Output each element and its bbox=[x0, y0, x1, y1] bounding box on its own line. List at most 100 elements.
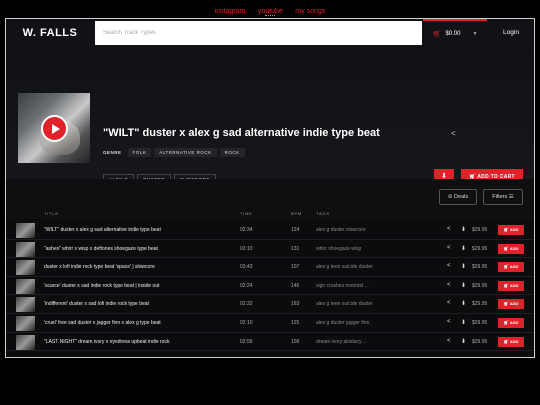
track-thumbnail[interactable] bbox=[16, 334, 35, 350]
add-button[interactable]: 🛒︎ ADD bbox=[498, 225, 524, 235]
track-row-time: 02:32 bbox=[240, 301, 253, 308]
share-icon[interactable]: < bbox=[447, 226, 451, 232]
header: W. FALLS 🛒︎ $0.00 ▼ Login bbox=[6, 19, 534, 47]
track-row-bpm: 109 bbox=[291, 338, 300, 345]
table-row[interactable]: 'scarce' duster x sad indie rock type be… bbox=[6, 277, 534, 296]
track-row-bpm: 163 bbox=[291, 301, 300, 308]
share-icon[interactable]: < bbox=[447, 282, 451, 288]
add-button[interactable]: 🛒︎ ADD bbox=[498, 262, 524, 273]
track-row-price: $29.95 bbox=[472, 301, 488, 308]
share-icon[interactable]: < bbox=[447, 245, 451, 251]
download-icon[interactable]: ⬇ bbox=[461, 319, 466, 326]
login-button[interactable]: Login bbox=[488, 19, 534, 47]
table-row[interactable]: 'cruel' free sad duster x jagger finn x … bbox=[6, 314, 534, 333]
track-row-price: $29.95 bbox=[472, 338, 488, 345]
add-button[interactable]: 🛒︎ ADD bbox=[498, 299, 524, 310]
deals-button[interactable]: ⊘ Deals bbox=[439, 189, 477, 205]
track-row-price: $29.95 bbox=[472, 245, 488, 252]
filters-button[interactable]: Filters ☰ bbox=[483, 189, 523, 205]
genre-label: GENRE bbox=[103, 150, 122, 155]
play-icon bbox=[51, 123, 60, 134]
track-row-bpm: 125 bbox=[291, 319, 300, 326]
track-row-price: $29.95 bbox=[472, 264, 488, 271]
col-tags: TAGS bbox=[316, 211, 330, 216]
search-box[interactable] bbox=[95, 21, 422, 45]
download-icon[interactable]: ⬇ bbox=[461, 300, 466, 307]
track-row-tags: alex g duster slowcore bbox=[316, 227, 366, 233]
table-row[interactable]: duster x lofi indie rock type beat 'spac… bbox=[6, 258, 534, 277]
genre-tag[interactable]: FOLK bbox=[127, 148, 152, 157]
track-row-tags: alex g teen suicide duster bbox=[316, 301, 373, 308]
top-nav: instagram youtube my songs bbox=[0, 0, 540, 18]
download-icon[interactable]: ⬇ bbox=[461, 226, 466, 233]
genre-tag[interactable]: ROCK bbox=[219, 148, 245, 157]
share-icon[interactable]: < bbox=[447, 338, 451, 344]
table-row[interactable]: "WILT" duster x alex g sad alternative i… bbox=[6, 221, 534, 240]
table-row[interactable]: "LAST NIGHT" dream ivory x eyedress upbe… bbox=[6, 333, 534, 352]
track-row-time: 02:56 bbox=[240, 338, 253, 345]
cart-icon: 🛒︎ bbox=[432, 31, 442, 38]
track-row-bpm: 107 bbox=[291, 264, 300, 271]
track-row-title[interactable]: 'indifferent' duster x sad lofi indie ro… bbox=[44, 301, 149, 307]
table-header: TITLE TIME BPM TAGS bbox=[6, 207, 534, 221]
search-input[interactable] bbox=[95, 21, 422, 45]
nav-link-youtube[interactable]: youtube bbox=[258, 4, 283, 19]
track-thumbnail[interactable] bbox=[16, 260, 35, 276]
add-button[interactable]: 🛒︎ ADD bbox=[498, 336, 524, 347]
track-thumbnail[interactable] bbox=[16, 315, 35, 331]
download-icon[interactable]: ⬇ bbox=[461, 282, 466, 289]
track-row-time: 02:24 bbox=[240, 282, 253, 289]
cart-button[interactable]: 🛒︎ $0.00 ▼ bbox=[423, 19, 487, 47]
track-row-title[interactable]: duster x lofi indie rock type beat 'spac… bbox=[44, 264, 155, 270]
filter-icon: ☰ bbox=[508, 194, 514, 200]
col-time: TIME bbox=[240, 211, 253, 216]
share-icon[interactable]: < bbox=[447, 319, 451, 325]
track-row-tags: alex g teen suicide duster bbox=[316, 264, 373, 271]
cart-total: $0.00 bbox=[445, 31, 461, 37]
track-row-title[interactable]: "WILT" duster x alex g sad alternative i… bbox=[44, 227, 161, 233]
nav-link-instagram[interactable]: instagram bbox=[215, 4, 246, 19]
track-row-title[interactable]: 'scarce' duster x sad indie rock type be… bbox=[44, 283, 160, 289]
play-button[interactable] bbox=[41, 115, 68, 142]
track-row-tags: dream ivory akistacy ... bbox=[316, 338, 368, 345]
track-table: TITLE TIME BPM TAGS "WILT" duster x alex… bbox=[6, 207, 534, 352]
genre-tag[interactable]: ALTERNATIVE ROCK bbox=[154, 148, 217, 157]
tag-icon: ⊘ bbox=[447, 194, 453, 200]
track-row-price: $29.95 bbox=[472, 319, 488, 326]
table-row[interactable]: "ashes" whirr x wisp x deftones shoegaze… bbox=[6, 240, 534, 259]
download-icon[interactable]: ⬇ bbox=[461, 263, 466, 270]
track-thumbnail[interactable] bbox=[16, 223, 35, 238]
track-row-time: 03:43 bbox=[240, 264, 253, 271]
track-row-title[interactable]: "LAST NIGHT" dream ivory x eyedress upbe… bbox=[44, 339, 169, 345]
genre-list: GENRE FOLK ALTERNATIVE ROCK ROCK bbox=[103, 148, 245, 157]
track-thumbnail[interactable] bbox=[16, 278, 35, 294]
track-row-tags: sign crushes motorist ... bbox=[316, 282, 369, 289]
track-thumbnail[interactable] bbox=[16, 241, 35, 257]
add-button[interactable]: 🛒︎ ADD bbox=[498, 243, 524, 254]
logo[interactable]: W. FALLS bbox=[6, 19, 94, 47]
table-row[interactable]: 'indifferent' duster x sad lofi indie ro… bbox=[6, 295, 534, 314]
track-thumbnail[interactable] bbox=[16, 297, 35, 313]
track-row-price: $29.95 bbox=[472, 227, 488, 233]
store-frame: W. FALLS 🛒︎ $0.00 ▼ Login "WILT" duster … bbox=[5, 18, 535, 358]
share-icon[interactable]: < bbox=[447, 300, 451, 306]
track-row-bpm: 124 bbox=[291, 227, 300, 233]
add-button[interactable]: 🛒︎ ADD bbox=[498, 280, 524, 291]
share-icon[interactable]: < bbox=[447, 263, 451, 269]
col-title: TITLE bbox=[44, 211, 59, 216]
track-cover-image bbox=[18, 93, 90, 163]
track-row-price: $29.95 bbox=[472, 282, 488, 289]
track-row-tags: alex g duster jagger finn bbox=[316, 319, 370, 326]
track-row-title[interactable]: "ashes" whirr x wisp x deftones shoegaze… bbox=[44, 246, 158, 252]
chevron-down-icon: ▼ bbox=[472, 31, 478, 37]
track-row-bpm: 146 bbox=[291, 282, 300, 289]
download-icon[interactable]: ⬇ bbox=[461, 245, 466, 252]
track-row-time: 02:10 bbox=[240, 319, 253, 326]
share-icon[interactable]: < bbox=[451, 129, 456, 138]
track-row-time: 02:34 bbox=[240, 227, 253, 233]
nav-link-my-songs[interactable]: my songs bbox=[295, 4, 325, 19]
add-button[interactable]: 🛒︎ ADD bbox=[498, 317, 524, 328]
track-row-title[interactable]: 'cruel' free sad duster x jagger finn x … bbox=[44, 320, 161, 326]
featured-track: "WILT" duster x alex g sad alternative i… bbox=[6, 47, 534, 208]
download-icon[interactable]: ⬇ bbox=[461, 338, 466, 345]
